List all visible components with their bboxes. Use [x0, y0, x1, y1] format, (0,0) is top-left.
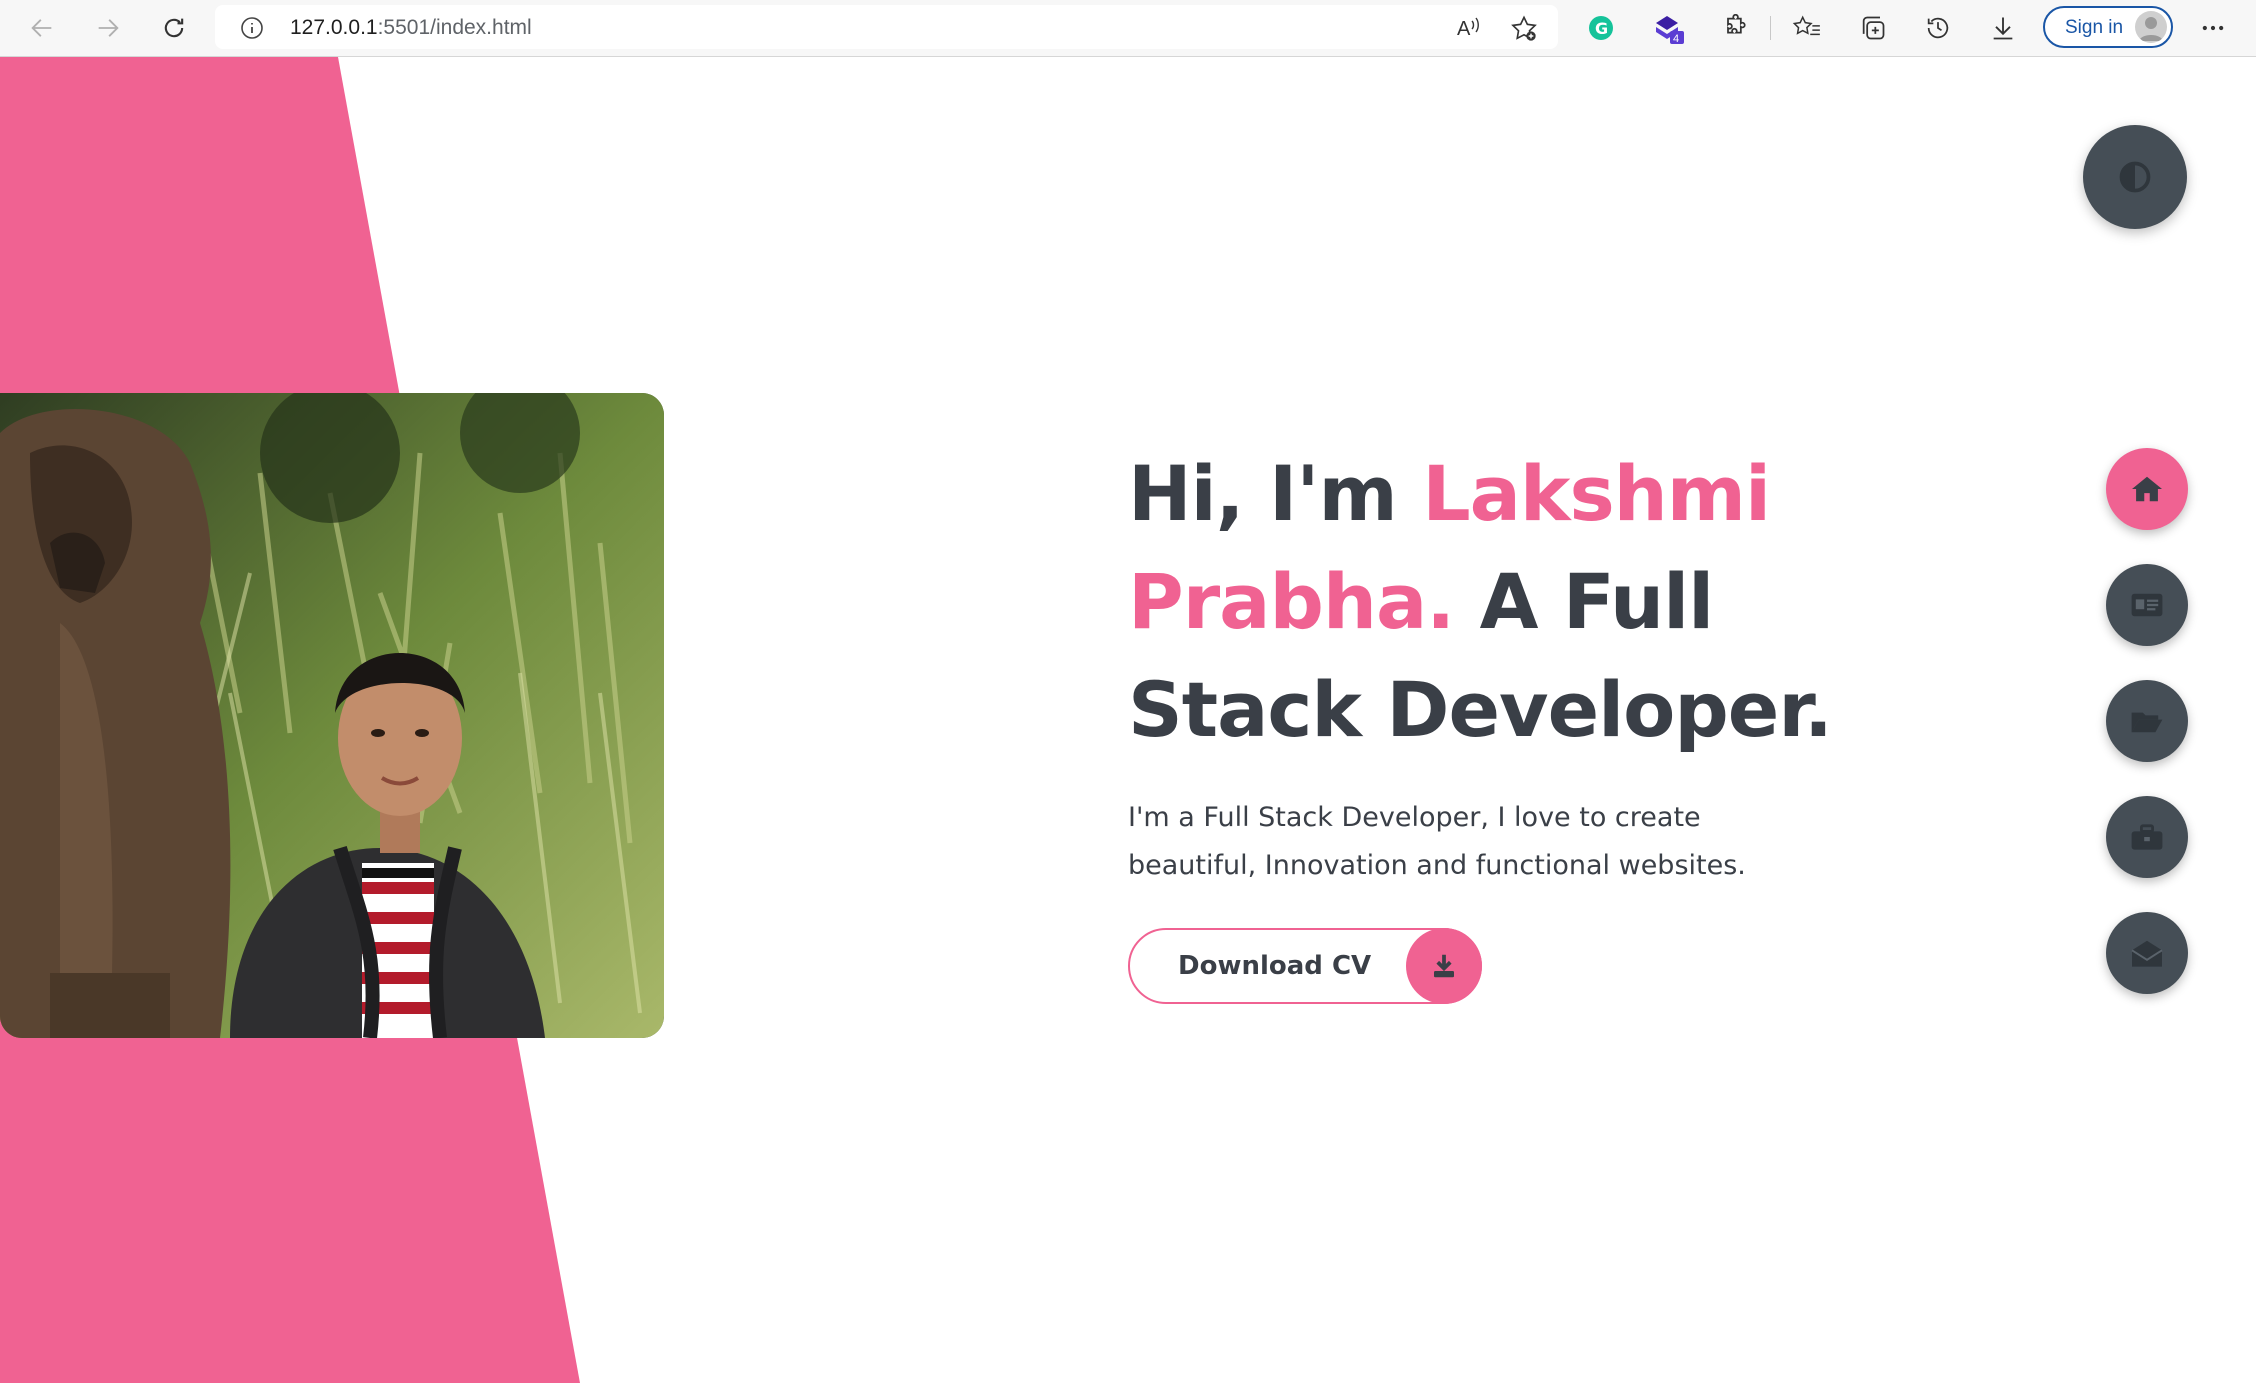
- history-icon[interactable]: [1918, 8, 1958, 48]
- nav-experience-button[interactable]: [2106, 796, 2188, 878]
- puzzle-icon[interactable]: [1715, 8, 1755, 48]
- hero-title: Hi, I'm Lakshmi Prabha. A Full Stack Dev…: [1128, 440, 1868, 764]
- svg-text:A: A: [1457, 18, 1471, 40]
- url-host: 127.0.0.1: [290, 16, 378, 39]
- add-favorite-icon[interactable]: [1510, 15, 1538, 48]
- download-icon: [1406, 928, 1482, 1004]
- sign-in-label: Sign in: [2065, 17, 2124, 38]
- download-cv-button[interactable]: Download CV: [1128, 928, 1482, 1004]
- grammarly-icon[interactable]: G: [1581, 8, 1621, 48]
- briefcase-icon: [2131, 824, 2163, 850]
- download-cv-label: Download CV: [1178, 951, 1372, 981]
- forward-arrow-icon[interactable]: [88, 8, 128, 48]
- url-text[interactable]: 127.0.0.1:5501/index.html: [290, 16, 532, 40]
- folder-open-icon: [2131, 712, 2163, 733]
- avatar: [2135, 11, 2167, 43]
- info-icon[interactable]: [240, 16, 264, 45]
- theme-toggle-button[interactable]: [2083, 125, 2187, 229]
- more-icon[interactable]: [2193, 8, 2233, 48]
- toolbar-divider: [1770, 16, 1771, 40]
- sign-in-button[interactable]: Sign in: [2043, 6, 2173, 48]
- envelope-open-icon: [2131, 940, 2163, 967]
- read-aloud-icon[interactable]: A: [1455, 15, 1483, 46]
- nav-about-button[interactable]: [2106, 564, 2188, 646]
- nav-home-button[interactable]: [2106, 448, 2188, 530]
- greeting-text: Hi, I'm: [1128, 449, 1423, 538]
- profile-photo: [0, 393, 664, 1038]
- download-icon[interactable]: [1983, 8, 2023, 48]
- nav-portfolio-button[interactable]: [2106, 680, 2188, 762]
- favorites-icon[interactable]: [1787, 8, 1827, 48]
- extension-icon[interactable]: 4: [1649, 8, 1689, 48]
- nav-contact-button[interactable]: [2106, 912, 2188, 994]
- home-icon: [2132, 476, 2162, 502]
- address-bar[interactable]: 127.0.0.1:5501/index.html A: [215, 5, 1558, 49]
- extension-badge: 4: [1673, 33, 1679, 45]
- refresh-icon[interactable]: [154, 8, 194, 48]
- adjust-icon: [2119, 161, 2151, 193]
- collections-icon[interactable]: [1853, 8, 1893, 48]
- svg-text:G: G: [1595, 19, 1608, 38]
- back-arrow-icon[interactable]: [22, 8, 62, 48]
- hero-description: I'm a Full Stack Developer, I love to cr…: [1128, 802, 1746, 881]
- url-path: :5501/index.html: [377, 16, 532, 39]
- browser-toolbar: 127.0.0.1:5501/index.html A G 4 Sign in: [0, 0, 2256, 57]
- portfolio-page: Hi, I'm Lakshmi Prabha. A Full Stack Dev…: [0, 57, 2256, 1383]
- id-card-icon: [2131, 593, 2163, 617]
